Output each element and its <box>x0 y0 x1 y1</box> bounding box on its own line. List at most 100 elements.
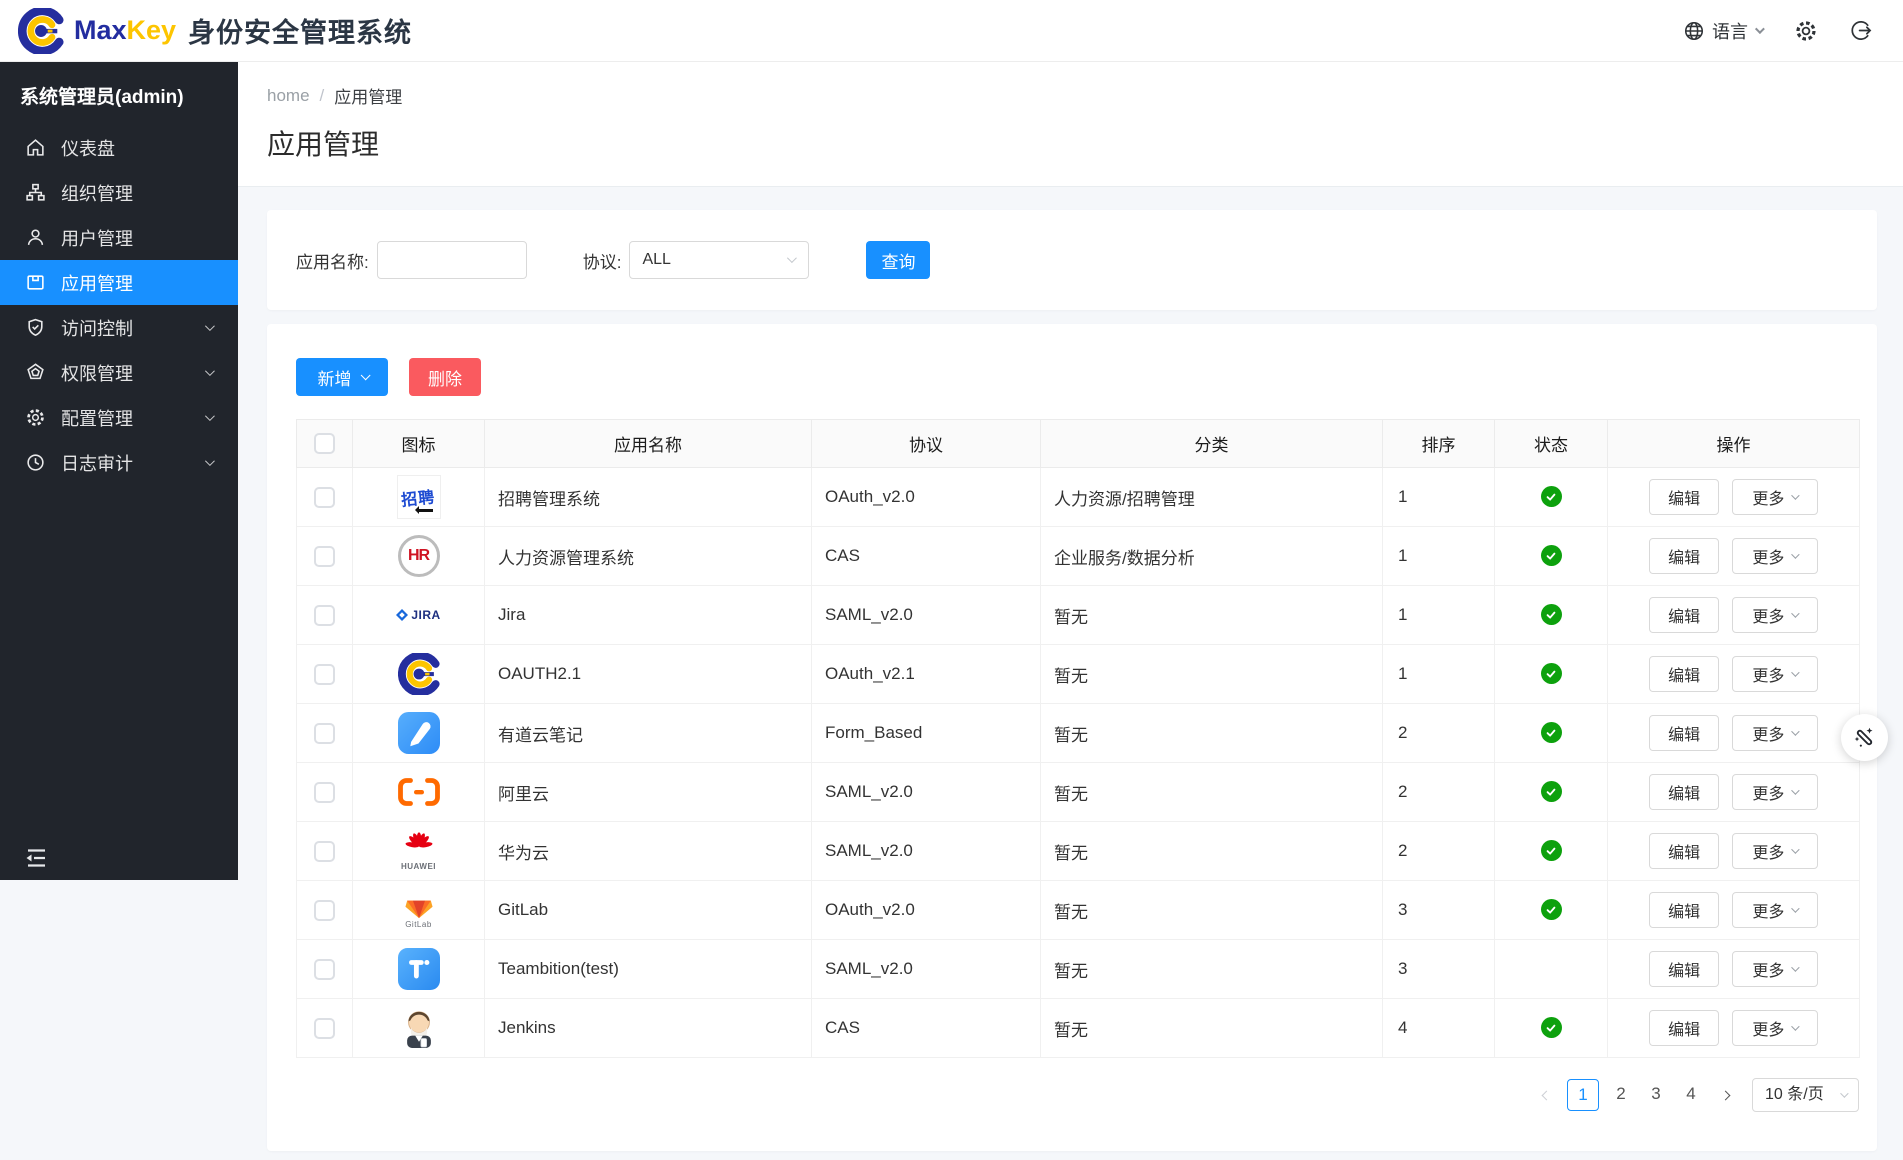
settings-gear-icon <box>1794 19 1818 43</box>
add-button[interactable]: 新增 <box>296 358 388 396</box>
more-button[interactable]: 更多 <box>1732 597 1818 633</box>
sidebar-nav: 仪表盘 组织管理 用户管理 应用管理 访问控制 权限管理 配置管理 日志审计 <box>0 125 238 485</box>
theme-fab-button[interactable] <box>1841 714 1888 761</box>
app-name: OAUTH2.1 <box>485 645 812 704</box>
table-row: JIRA Jira SAML_v2.0 暂无 1 编辑 更多 <box>297 586 1860 645</box>
search-button[interactable]: 查询 <box>866 241 930 279</box>
app-header: MaxKey 身份安全管理系统 语言 <box>0 0 1903 62</box>
check-circle-icon <box>1541 665 1562 684</box>
app-sort: 1 <box>1383 645 1495 704</box>
sidebar-item-config[interactable]: 配置管理 <box>0 395 238 440</box>
aliyun-logo <box>353 776 484 808</box>
more-button[interactable]: 更多 <box>1732 656 1818 692</box>
edit-button[interactable]: 编辑 <box>1649 597 1719 633</box>
language-switcher[interactable]: 语言 <box>1683 18 1762 44</box>
more-button[interactable]: 更多 <box>1732 833 1818 869</box>
zhaopin-logo: 招聘 <box>353 475 484 519</box>
pagination: 1234 10 条/页 <box>267 1078 1859 1112</box>
table-row: 招聘 招聘管理系统 OAuth_v2.0 人力资源/招聘管理 1 编辑 更多 <box>297 468 1860 527</box>
sidebar-item-permission[interactable]: 权限管理 <box>0 350 238 395</box>
sidebar-item-apps[interactable]: 应用管理 <box>0 260 238 305</box>
more-button[interactable]: 更多 <box>1732 538 1818 574</box>
row-checkbox[interactable] <box>314 723 335 744</box>
edit-button[interactable]: 编辑 <box>1649 715 1719 751</box>
app-category: 暂无 <box>1041 999 1383 1058</box>
app-protocol: OAuth_v2.1 <box>812 645 1041 704</box>
check-circle-icon <box>1541 901 1562 920</box>
edit-button[interactable]: 编辑 <box>1649 479 1719 515</box>
table-row: 阿里云 SAML_v2.0 暂无 2 编辑 更多 <box>297 763 1860 822</box>
more-button[interactable]: 更多 <box>1732 892 1818 928</box>
chevron-down-icon <box>1792 786 1800 794</box>
app-protocol: SAML_v2.0 <box>812 763 1041 822</box>
page-size-select[interactable]: 10 条/页 <box>1752 1078 1859 1112</box>
edit-button[interactable]: 编辑 <box>1649 892 1719 928</box>
page-number-3[interactable]: 3 <box>1643 1079 1669 1111</box>
app-category: 暂无 <box>1041 940 1383 999</box>
chevron-down-icon <box>1755 24 1765 34</box>
sidebar-item-access[interactable]: 访问控制 <box>0 305 238 350</box>
edit-button[interactable]: 编辑 <box>1649 656 1719 692</box>
main-content: home / 应用管理 应用管理 应用名称: 协议: ALL 查询 新增 删除 <box>238 62 1903 1160</box>
more-button[interactable]: 更多 <box>1732 715 1818 751</box>
row-checkbox[interactable] <box>314 546 335 567</box>
apps-icon <box>25 272 46 293</box>
row-checkbox[interactable] <box>314 1018 335 1039</box>
page-number-1[interactable]: 1 <box>1567 1079 1599 1111</box>
app-name: 阿里云 <box>485 763 812 822</box>
more-button[interactable]: 更多 <box>1732 951 1818 987</box>
app-category: 暂无 <box>1041 822 1383 881</box>
row-checkbox[interactable] <box>314 959 335 980</box>
edit-button[interactable]: 编辑 <box>1649 538 1719 574</box>
prev-page-button[interactable] <box>1534 1079 1558 1111</box>
app-name: 人力资源管理系统 <box>485 527 812 586</box>
page-head: home / 应用管理 应用管理 <box>238 62 1903 187</box>
gitlab-logo: GitLab <box>353 891 484 929</box>
more-button[interactable]: 更多 <box>1732 479 1818 515</box>
app-sort: 1 <box>1383 527 1495 586</box>
row-checkbox[interactable] <box>314 841 335 862</box>
edit-button[interactable]: 编辑 <box>1649 774 1719 810</box>
col-category: 分类 <box>1041 420 1383 468</box>
row-checkbox[interactable] <box>314 900 335 921</box>
row-checkbox[interactable] <box>314 487 335 508</box>
edit-button[interactable]: 编辑 <box>1649 833 1719 869</box>
sidebar-item-org[interactable]: 组织管理 <box>0 170 238 215</box>
chevron-down-icon <box>1792 609 1800 617</box>
sidebar-item-audit[interactable]: 日志审计 <box>0 440 238 485</box>
app-category: 暂无 <box>1041 763 1383 822</box>
settings-button[interactable] <box>1794 19 1818 43</box>
sidebar-collapse-button[interactable] <box>22 846 50 870</box>
col-actions: 操作 <box>1608 420 1860 468</box>
app-name-input[interactable] <box>377 241 527 279</box>
table-row: Jenkins CAS 暂无 4 编辑 更多 <box>297 999 1860 1058</box>
chevron-down-icon <box>1792 668 1800 676</box>
protocol-select[interactable]: ALL <box>629 241 809 279</box>
edit-button[interactable]: 编辑 <box>1649 1010 1719 1046</box>
row-checkbox[interactable] <box>314 664 335 685</box>
app-name: Teambition(test) <box>485 940 812 999</box>
more-button[interactable]: 更多 <box>1732 1010 1818 1046</box>
page-number-2[interactable]: 2 <box>1608 1079 1634 1111</box>
maxkey-logo <box>353 653 484 695</box>
app-name-label: 应用名称: <box>296 248 369 273</box>
next-page-button[interactable] <box>1713 1079 1737 1111</box>
row-checkbox[interactable] <box>314 782 335 803</box>
app-category: 人力资源/招聘管理 <box>1041 468 1383 527</box>
row-checkbox[interactable] <box>314 605 335 626</box>
table-row: OAUTH2.1 OAuth_v2.1 暂无 1 编辑 更多 <box>297 645 1860 704</box>
delete-button[interactable]: 删除 <box>409 358 481 396</box>
logout-button[interactable] <box>1850 19 1873 42</box>
dashboard-icon <box>25 137 46 158</box>
sidebar-item-user[interactable]: 用户管理 <box>0 215 238 260</box>
app-protocol: SAML_v2.0 <box>812 822 1041 881</box>
edit-button[interactable]: 编辑 <box>1649 951 1719 987</box>
page-number-4[interactable]: 4 <box>1678 1079 1704 1111</box>
check-circle-icon <box>1541 724 1562 743</box>
select-all-checkbox[interactable] <box>314 433 335 454</box>
breadcrumb-home[interactable]: home <box>267 86 310 106</box>
sidebar-item-dashboard[interactable]: 仪表盘 <box>0 125 238 170</box>
chevron-down-icon <box>205 456 215 466</box>
table-row: HR 人力资源管理系统 CAS 企业服务/数据分析 1 编辑 更多 <box>297 527 1860 586</box>
more-button[interactable]: 更多 <box>1732 774 1818 810</box>
